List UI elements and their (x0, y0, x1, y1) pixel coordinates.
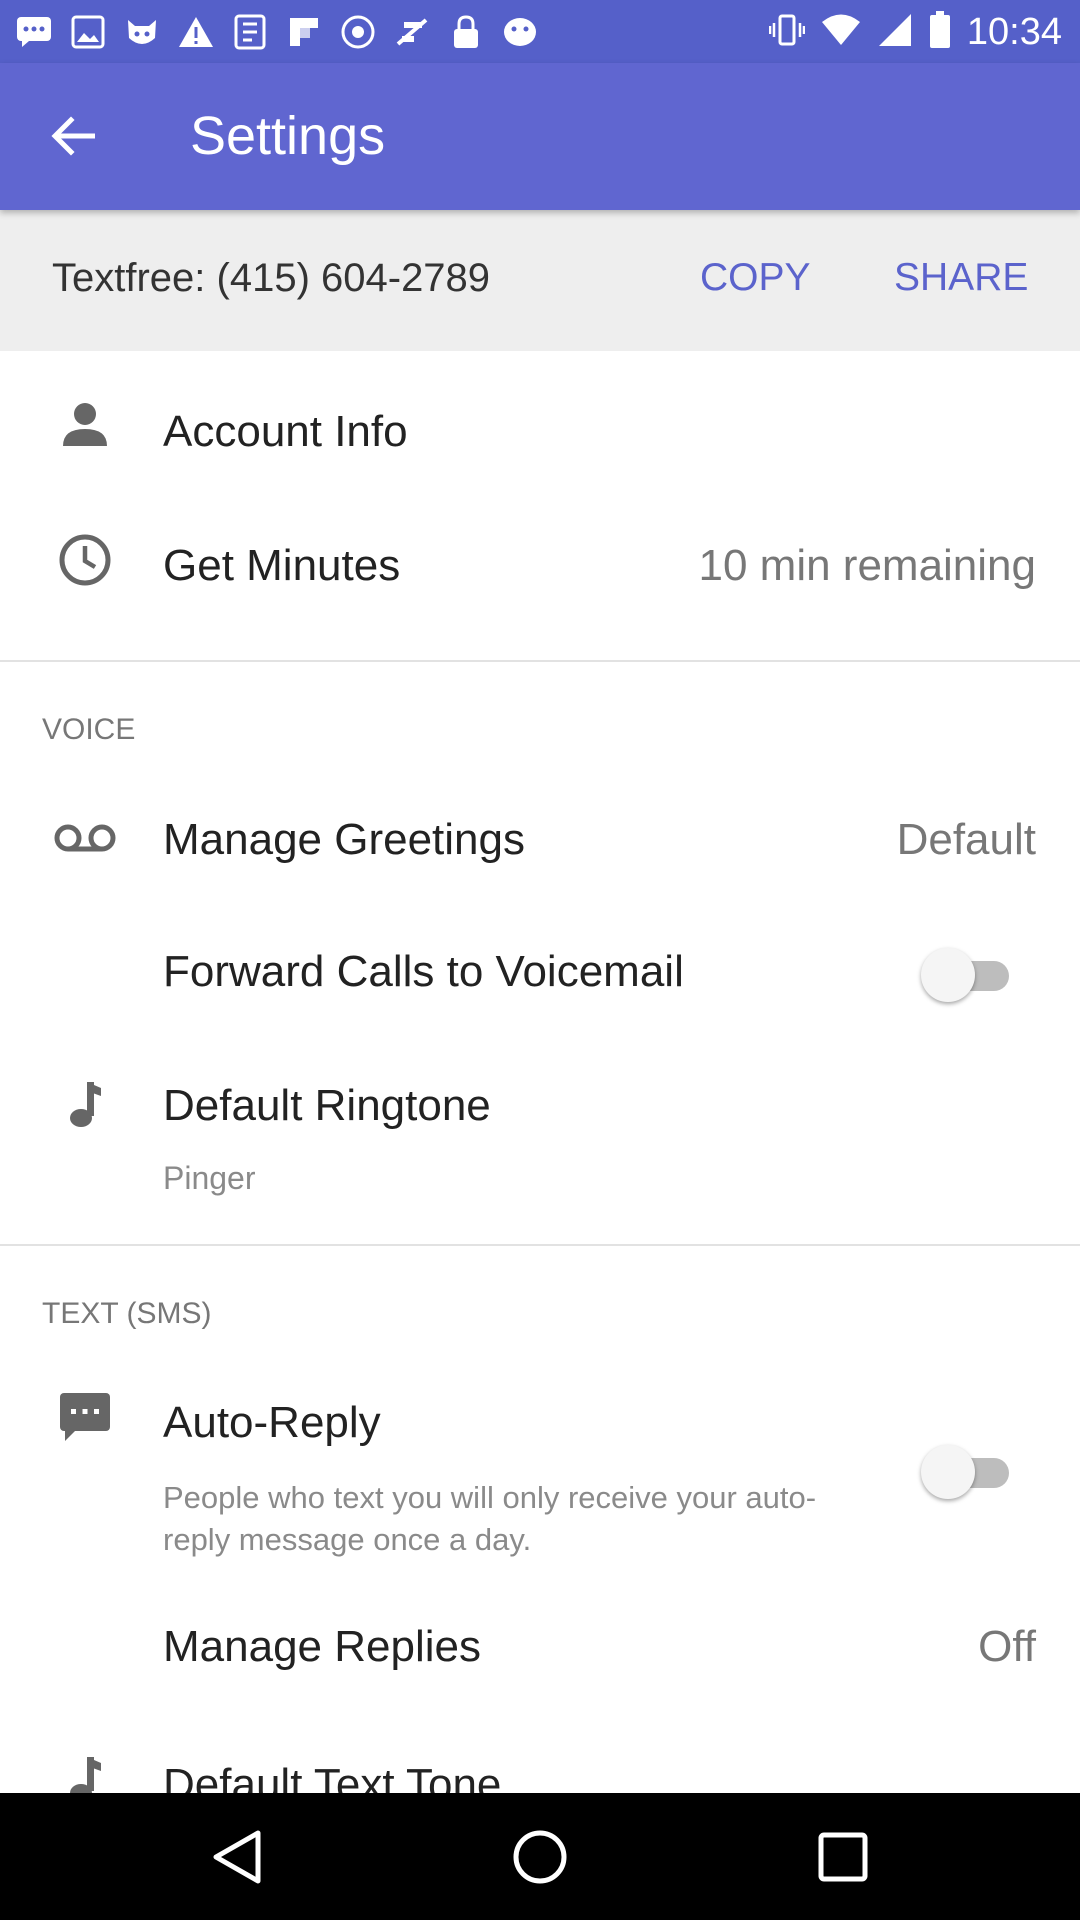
auto-reply-description-line2: reply message once a day. (163, 1522, 532, 1557)
warning-icon (176, 12, 216, 52)
signal-icon (877, 12, 913, 53)
get-minutes-row[interactable]: Get Minutes 10 min remaining (0, 485, 1080, 655)
manage-greetings-row[interactable]: Manage Greetings Default (0, 775, 1080, 905)
account-info-label: Account Info (163, 407, 408, 456)
navigation-bar (0, 1793, 1080, 1920)
manage-replies-label: Manage Replies (163, 1622, 481, 1671)
minutes-remaining-value: 10 min remaining (698, 541, 1037, 590)
voice-section-header: VOICE (42, 713, 136, 746)
nav-recents-icon (818, 1832, 868, 1882)
image-icon (68, 12, 108, 52)
wifi-icon (821, 13, 861, 52)
message-icon (52, 1384, 118, 1450)
default-text-tone-row[interactable]: Default Text Tone (0, 1710, 1080, 1793)
voicemail-icon (52, 805, 118, 871)
account-info-row[interactable]: Account Info (0, 351, 1080, 485)
manage-greetings-value: Default (896, 815, 1036, 864)
manage-replies-value: Off (978, 1622, 1036, 1671)
share-button[interactable]: SHARE (894, 256, 1028, 300)
toggle-knob (921, 948, 975, 1002)
nav-recents-button[interactable] (811, 1825, 875, 1889)
divider (0, 660, 1080, 662)
nav-home-icon (513, 1830, 567, 1884)
auto-reply-toggle[interactable] (921, 1444, 1017, 1500)
page-title: Settings (190, 106, 386, 166)
notification-icons (14, 10, 540, 54)
lock-icon (446, 12, 486, 52)
text-sms-section-header: TEXT (SMS) (42, 1297, 212, 1330)
auto-reply-label: Auto-Reply (163, 1398, 381, 1447)
status-bar: 10:34 (0, 0, 1080, 63)
toggle-knob (921, 1445, 975, 1499)
fake-gps-icon (392, 12, 432, 52)
auto-reply-description-line1: People who text you will only receive yo… (163, 1480, 817, 1515)
default-text-tone-label: Default Text Tone (163, 1760, 502, 1793)
clock-icon (52, 527, 118, 593)
nav-back-button[interactable] (205, 1825, 269, 1889)
default-ringtone-label: Default Ringtone (163, 1081, 491, 1130)
status-time: 10:34 (966, 10, 1062, 53)
back-arrow-icon (51, 116, 95, 156)
get-minutes-label: Get Minutes (163, 541, 401, 590)
manage-greetings-label: Manage Greetings (163, 815, 525, 864)
back-button[interactable] (40, 103, 106, 169)
phone-number-row: Textfree: (415) 604-2789 COPY SHARE (0, 210, 1080, 351)
person-icon (52, 391, 118, 457)
nav-back-icon (213, 1830, 261, 1884)
music-note-icon (52, 1746, 118, 1793)
flipboard-icon (284, 12, 324, 52)
phone-number-label: Textfree: (415) 604-2789 (52, 256, 491, 300)
cat-face-icon (122, 12, 162, 52)
forward-calls-row[interactable]: Forward Calls to Voicemail (0, 905, 1080, 1035)
app-icon (230, 12, 270, 52)
vibrate-icon (768, 12, 806, 53)
default-ringtone-row[interactable]: Default Ringtone Pinger (0, 1035, 1080, 1235)
default-ringtone-value: Pinger (163, 1160, 256, 1196)
divider (0, 1244, 1080, 1246)
auto-reply-row[interactable]: Auto-Reply People who text you will only… (0, 1360, 1080, 1580)
nav-home-button[interactable] (508, 1825, 572, 1889)
battery-icon (929, 10, 951, 54)
emoji-icon (500, 12, 540, 52)
forward-calls-label: Forward Calls to Voicemail (163, 947, 684, 996)
app-bar: Settings (0, 63, 1080, 210)
copy-button[interactable]: COPY (700, 256, 811, 300)
music-note-icon (52, 1071, 118, 1137)
forward-calls-toggle[interactable] (921, 947, 1017, 1003)
manage-replies-row[interactable]: Manage Replies Off (0, 1580, 1080, 1710)
system-icons: 10:34 (768, 8, 1062, 56)
shazam-icon (338, 12, 378, 52)
chat-bubble-icon (14, 12, 54, 52)
